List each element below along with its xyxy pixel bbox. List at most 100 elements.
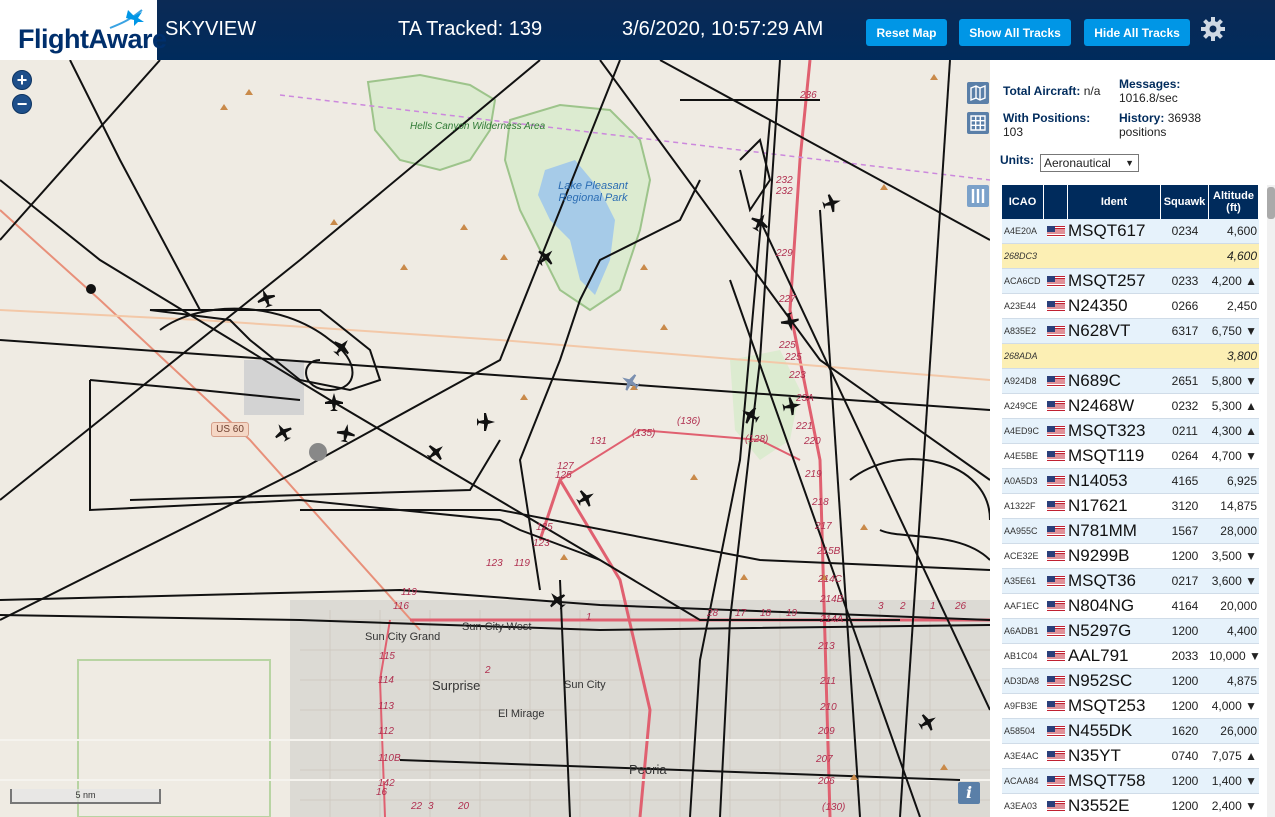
table-row[interactable]: ACE32E N9299B 1200 3,500 ▼: [1002, 544, 1259, 569]
table-row[interactable]: A58504 N455DK 1620 26,000: [1002, 719, 1259, 744]
table-row[interactable]: A1322F N17621 3120 14,875: [1002, 494, 1259, 519]
table-row[interactable]: A6ADB1 N5297G 1200 4,400: [1002, 619, 1259, 644]
row-ident: N804NG: [1068, 596, 1135, 615]
columns-icon[interactable]: [967, 185, 989, 207]
route-number-label: 1: [930, 601, 936, 612]
row-squawk: 1200: [1171, 624, 1199, 638]
scale-bar: 5 nm: [10, 789, 161, 804]
with-positions-value: 103: [1003, 125, 1024, 139]
table-scrollbar[interactable]: [1267, 185, 1275, 817]
route-number-label: 211: [820, 676, 836, 687]
total-aircraft-label: Total Aircraft:: [1003, 84, 1081, 98]
us-flag-icon: [1047, 800, 1065, 812]
table-row[interactable]: A3EA03 N3552E 1200 2,400 ▼: [1002, 794, 1259, 817]
map-canvas[interactable]: [0, 60, 990, 817]
route-number-label: 112: [378, 726, 394, 737]
table-row[interactable]: AAF1EC N804NG 4164 20,000: [1002, 594, 1259, 619]
table-row[interactable]: A3E4AC N35YT 0740 7,075 ▲: [1002, 744, 1259, 769]
logo-text: FlightAware: [18, 24, 167, 54]
row-squawk: 0233: [1171, 274, 1199, 288]
column-ident[interactable]: Ident: [1068, 185, 1161, 219]
column-altitude[interactable]: Altitude (ft): [1209, 185, 1259, 219]
column-squawk[interactable]: Squawk: [1161, 185, 1209, 219]
table-row[interactable]: ACAA84 MSQT758 1200 1,400 ▼: [1002, 769, 1259, 794]
gear-icon[interactable]: [1200, 16, 1226, 42]
row-altitude: 3,600 ▼: [1211, 574, 1257, 588]
route-number-label: 3: [878, 601, 884, 612]
map-layers-icon[interactable]: [967, 82, 989, 104]
row-altitude: 7,075 ▲: [1211, 749, 1257, 763]
route-number-label: 219: [805, 469, 822, 480]
messages-value: 1016.8/sec: [1119, 91, 1178, 105]
route-number-label: 125: [536, 522, 553, 533]
row-ident: N781MM: [1068, 521, 1137, 540]
units-select[interactable]: Aeronautical ▼: [1040, 154, 1139, 172]
table-row[interactable]: A924D8 N689C 2651 5,800 ▼: [1002, 369, 1259, 394]
route-number-label: 2: [485, 665, 491, 676]
table-row[interactable]: AA955C N781MM 1567 28,000: [1002, 519, 1259, 544]
aircraft-table: ICAO Ident Squawk Altitude (ft) A4E20A MS…: [1002, 185, 1259, 817]
row-flag: [1044, 475, 1068, 487]
row-flag: [1044, 725, 1068, 737]
surprise-label: Surprise: [432, 678, 481, 693]
us-flag-icon: [1047, 725, 1065, 737]
row-flag: [1044, 600, 1068, 612]
table-row[interactable]: ACA6CD MSQT257 0233 4,200 ▲: [1002, 269, 1259, 294]
row-ident: N3552E: [1068, 796, 1130, 815]
table-row[interactable]: A23E44 N24350 0266 2,450: [1002, 294, 1259, 319]
sun-city-label: Sun City: [564, 679, 606, 691]
row-altitude: 14,875: [1220, 499, 1257, 513]
row-icao: A924D8: [1004, 376, 1037, 386]
scroll-thumb[interactable]: [1267, 187, 1275, 219]
route-number-label: 217: [815, 521, 832, 532]
row-icao: A3EA03: [1004, 801, 1038, 811]
table-row[interactable]: A35E61 MSQT36 0217 3,600 ▼: [1002, 569, 1259, 594]
table-row[interactable]: A9FB3E MSQT253 1200 4,000 ▼: [1002, 694, 1259, 719]
show-all-tracks-button[interactable]: Show All Tracks: [959, 19, 1071, 46]
row-ident: N9299B: [1068, 546, 1130, 565]
table-row[interactable]: 268ADA 3,800: [1002, 344, 1259, 369]
row-flag: [1044, 425, 1068, 437]
zoom-in-button[interactable]: +: [12, 70, 32, 90]
hide-all-tracks-button[interactable]: Hide All Tracks: [1084, 19, 1190, 46]
logo[interactable]: FlightAware: [0, 0, 167, 60]
route-number-label: 123: [486, 558, 503, 569]
row-ident: N14053: [1068, 471, 1128, 490]
table-row[interactable]: A249CE N2468W 0232 5,300 ▲: [1002, 394, 1259, 419]
column-flag[interactable]: [1044, 185, 1068, 219]
table-row[interactable]: AB1C04 AAL791 2033 10,000 ▼: [1002, 644, 1259, 669]
row-ident: N2468W: [1068, 396, 1135, 415]
row-icao: A58504: [1004, 726, 1036, 736]
zoom-out-button[interactable]: −: [12, 94, 32, 114]
route-number-label: 214C: [818, 574, 842, 585]
table-row[interactable]: A835E2 N628VT 6317 6,750 ▼: [1002, 319, 1259, 344]
grid-icon[interactable]: [967, 112, 989, 134]
table-row[interactable]: AD3DA8 N952SC 1200 4,875: [1002, 669, 1259, 694]
peoria-label: Peoria: [629, 762, 667, 777]
table-row[interactable]: A0A5D3 N14053 4165 6,925: [1002, 469, 1259, 494]
route-number-label: (136): [677, 416, 701, 427]
row-ident: N952SC: [1068, 671, 1133, 690]
row-icao: A23E44: [1004, 301, 1037, 311]
reset-map-button[interactable]: Reset Map: [866, 19, 947, 46]
us-flag-icon: [1047, 325, 1065, 337]
table-row[interactable]: A4E5BE MSQT119 0264 4,700 ▼: [1002, 444, 1259, 469]
row-altitude: 4,700 ▼: [1211, 449, 1257, 463]
map-view[interactable]: + − Hells Canyon Wilderness Area Lake Pl…: [0, 60, 990, 817]
row-squawk: 1567: [1171, 524, 1199, 538]
row-flag: [1044, 275, 1068, 287]
us-flag-icon: [1047, 675, 1065, 687]
row-squawk: 0234: [1171, 224, 1199, 238]
table-row[interactable]: A4ED9C MSQT323 0211 4,300 ▲: [1002, 419, 1259, 444]
table-row[interactable]: A4E20A MSQT617 0234 4,600: [1002, 219, 1259, 244]
route-number-label: 23A: [796, 393, 814, 404]
column-icao[interactable]: ICAO: [1002, 185, 1044, 219]
table-row[interactable]: 268DC3 4,600: [1002, 244, 1259, 269]
route-number-label: 20: [458, 801, 470, 812]
row-altitude: 4,000 ▼: [1211, 699, 1257, 713]
us-flag-icon: [1047, 400, 1065, 412]
row-icao: A9FB3E: [1004, 701, 1038, 711]
row-squawk: 1200: [1171, 674, 1199, 688]
total-aircraft-value: n/a: [1083, 84, 1101, 98]
info-icon[interactable]: i: [958, 782, 980, 804]
